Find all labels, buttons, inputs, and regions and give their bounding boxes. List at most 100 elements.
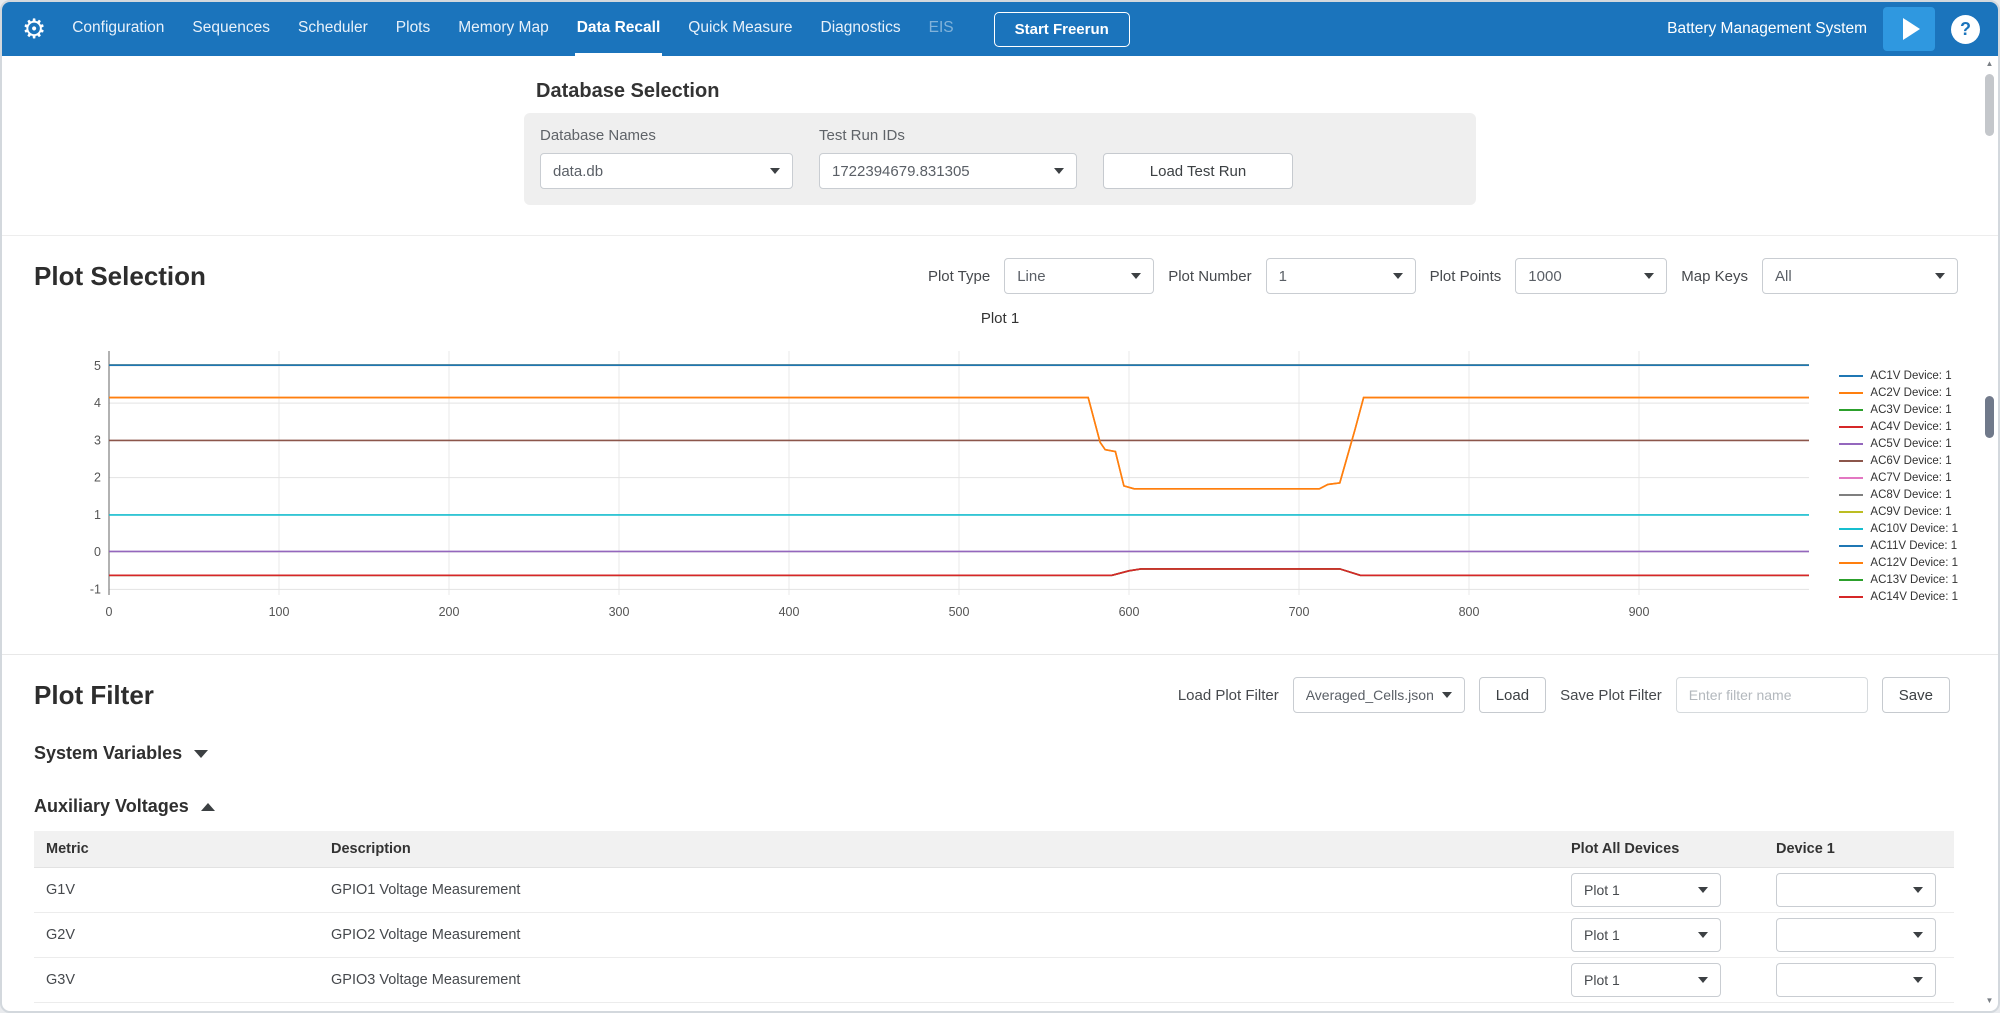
plot-number-select[interactable]: 1 (1266, 258, 1416, 294)
svg-text:600: 600 (1119, 605, 1140, 619)
legend-swatch-icon (1839, 477, 1863, 479)
svg-text:900: 900 (1629, 605, 1650, 619)
nav-item-configuration[interactable]: Configuration (70, 2, 166, 56)
page-scrollbar[interactable]: ▲ ▼ (1983, 58, 1996, 1007)
legend-item[interactable]: AC5V Device: 1 (1839, 435, 1958, 452)
metric-cell: G2V (34, 913, 319, 958)
auxiliary-voltages-toggle[interactable]: Auxiliary Voltages (2, 796, 1998, 817)
svg-text:800: 800 (1459, 605, 1480, 619)
header-device-1: Device 1 (1764, 831, 1954, 868)
plot-points-select[interactable]: 1000 (1515, 258, 1667, 294)
play-button[interactable] (1883, 7, 1935, 51)
select-value: 1722394679.831305 (832, 163, 970, 180)
svg-text:500: 500 (949, 605, 970, 619)
legend-swatch-icon (1839, 494, 1863, 496)
legend-item[interactable]: AC13V Device: 1 (1839, 571, 1958, 588)
select-value: Plot 1 (1584, 927, 1620, 943)
scroll-down-icon[interactable]: ▼ (1983, 995, 1996, 1007)
app-window: ⚙ Configuration Sequences Scheduler Plot… (0, 0, 2000, 1013)
device1-select[interactable] (1776, 873, 1936, 907)
plot-filter-controls: Load Plot Filter Averaged_Cells.json Loa… (1178, 677, 1950, 713)
load-filter-button[interactable]: Load (1479, 677, 1546, 713)
database-selection-panel: Database Names data.db Test Run IDs 1722… (524, 113, 1476, 205)
legend-item[interactable]: AC10V Device: 1 (1839, 520, 1958, 537)
save-plot-filter-label: Save Plot Filter (1560, 687, 1662, 704)
database-names-field: Database Names data.db (540, 127, 793, 189)
system-variables-toggle[interactable]: System Variables (2, 743, 1998, 764)
scrollbar-thumb[interactable] (1985, 74, 1994, 136)
chart-body: -10123450100200300400500600700800900 AC1… (34, 343, 1966, 628)
plot-selection-title: Plot Selection (34, 261, 206, 292)
gear-icon[interactable]: ⚙ (22, 16, 46, 43)
legend-swatch-icon (1839, 443, 1863, 445)
database-names-select[interactable]: data.db (540, 153, 793, 189)
plot-type-select[interactable]: Line (1004, 258, 1154, 294)
legend-item[interactable]: AC7V Device: 1 (1839, 469, 1958, 486)
metric-cell: G1V (34, 868, 319, 913)
plot-all-devices-select[interactable]: Plot 1 (1571, 918, 1721, 952)
legend-swatch-icon (1839, 375, 1863, 377)
device1-select[interactable] (1776, 963, 1936, 997)
legend-label: AC14V Device: 1 (1870, 591, 1958, 603)
legend-item[interactable]: AC6V Device: 1 (1839, 452, 1958, 469)
save-filter-button[interactable]: Save (1882, 677, 1950, 713)
nav-item-scheduler[interactable]: Scheduler (296, 2, 370, 56)
device1-cell (1764, 958, 1954, 1003)
legend-swatch-icon (1839, 392, 1863, 394)
legend-item[interactable]: AC11V Device: 1 (1839, 537, 1958, 554)
load-plot-filter-select[interactable]: Averaged_Cells.json (1293, 677, 1465, 713)
chart-legend: AC1V Device: 1 AC2V Device: 1 AC3V Device:… (1839, 367, 1958, 605)
table-row: G3V GPIO3 Voltage Measurement Plot 1 (34, 958, 1954, 1003)
scroll-up-icon[interactable]: ▲ (1983, 58, 1996, 70)
plot-all-devices-select[interactable]: Plot 1 (1571, 963, 1721, 997)
legend-label: AC1V Device: 1 (1870, 370, 1951, 382)
legend-item[interactable]: AC2V Device: 1 (1839, 384, 1958, 401)
chevron-down-icon (194, 750, 208, 758)
legend-label: AC2V Device: 1 (1870, 387, 1951, 399)
nav-item-diagnostics[interactable]: Diagnostics (819, 2, 903, 56)
plot-all-devices-select[interactable]: Plot 1 (1571, 873, 1721, 907)
test-run-ids-select[interactable]: 1722394679.831305 (819, 153, 1077, 189)
svg-text:-1: -1 (90, 582, 101, 596)
legend-label: AC7V Device: 1 (1870, 472, 1951, 484)
legend-swatch-icon (1839, 528, 1863, 530)
description-cell: GPIO2 Voltage Measurement (319, 913, 1559, 958)
plot-selection-controls: Plot Type Line Plot Number 1 Plot Points… (928, 258, 1958, 294)
svg-text:700: 700 (1289, 605, 1310, 619)
chevron-down-icon (1913, 887, 1923, 893)
legend-label: AC4V Device: 1 (1870, 421, 1951, 433)
load-test-run-button[interactable]: Load Test Run (1103, 153, 1293, 189)
legend-label: AC10V Device: 1 (1870, 523, 1958, 535)
nav-item-sequences[interactable]: Sequences (190, 2, 272, 56)
legend-item[interactable]: AC14V Device: 1 (1839, 588, 1958, 605)
nav-item-data-recall[interactable]: Data Recall (575, 2, 663, 56)
legend-label: AC5V Device: 1 (1870, 438, 1951, 450)
legend-item[interactable]: AC9V Device: 1 (1839, 503, 1958, 520)
scrollbar-marker[interactable] (1985, 396, 1994, 438)
plot-all-cell: Plot 1 (1559, 958, 1764, 1003)
chevron-up-icon (201, 803, 215, 811)
device1-select[interactable] (1776, 918, 1936, 952)
legend-item[interactable]: AC3V Device: 1 (1839, 401, 1958, 418)
nav-item-memory-map[interactable]: Memory Map (456, 2, 550, 56)
legend-item[interactable]: AC4V Device: 1 (1839, 418, 1958, 435)
header-plot-all-devices: Plot All Devices (1559, 831, 1764, 868)
chevron-down-icon (1698, 887, 1708, 893)
filter-name-input[interactable] (1676, 677, 1868, 713)
svg-text:1: 1 (94, 508, 101, 522)
legend-swatch-icon (1839, 409, 1863, 411)
legend-item[interactable]: AC12V Device: 1 (1839, 554, 1958, 571)
help-icon[interactable]: ? (1951, 15, 1980, 44)
nav-item-plots[interactable]: Plots (394, 2, 432, 56)
start-freerun-button[interactable]: Start Freerun (994, 12, 1130, 47)
header-metric: Metric (34, 831, 319, 868)
database-selection-section: Database Selection Database Names data.d… (2, 56, 1998, 236)
legend-item[interactable]: AC1V Device: 1 (1839, 367, 1958, 384)
map-keys-select[interactable]: All (1762, 258, 1958, 294)
select-value: data.db (553, 163, 603, 180)
play-icon (1903, 18, 1920, 40)
plot-selection-header: Plot Selection Plot Type Line Plot Numbe… (2, 236, 1998, 294)
svg-text:100: 100 (269, 605, 290, 619)
nav-item-quick-measure[interactable]: Quick Measure (686, 2, 794, 56)
legend-item[interactable]: AC8V Device: 1 (1839, 486, 1958, 503)
